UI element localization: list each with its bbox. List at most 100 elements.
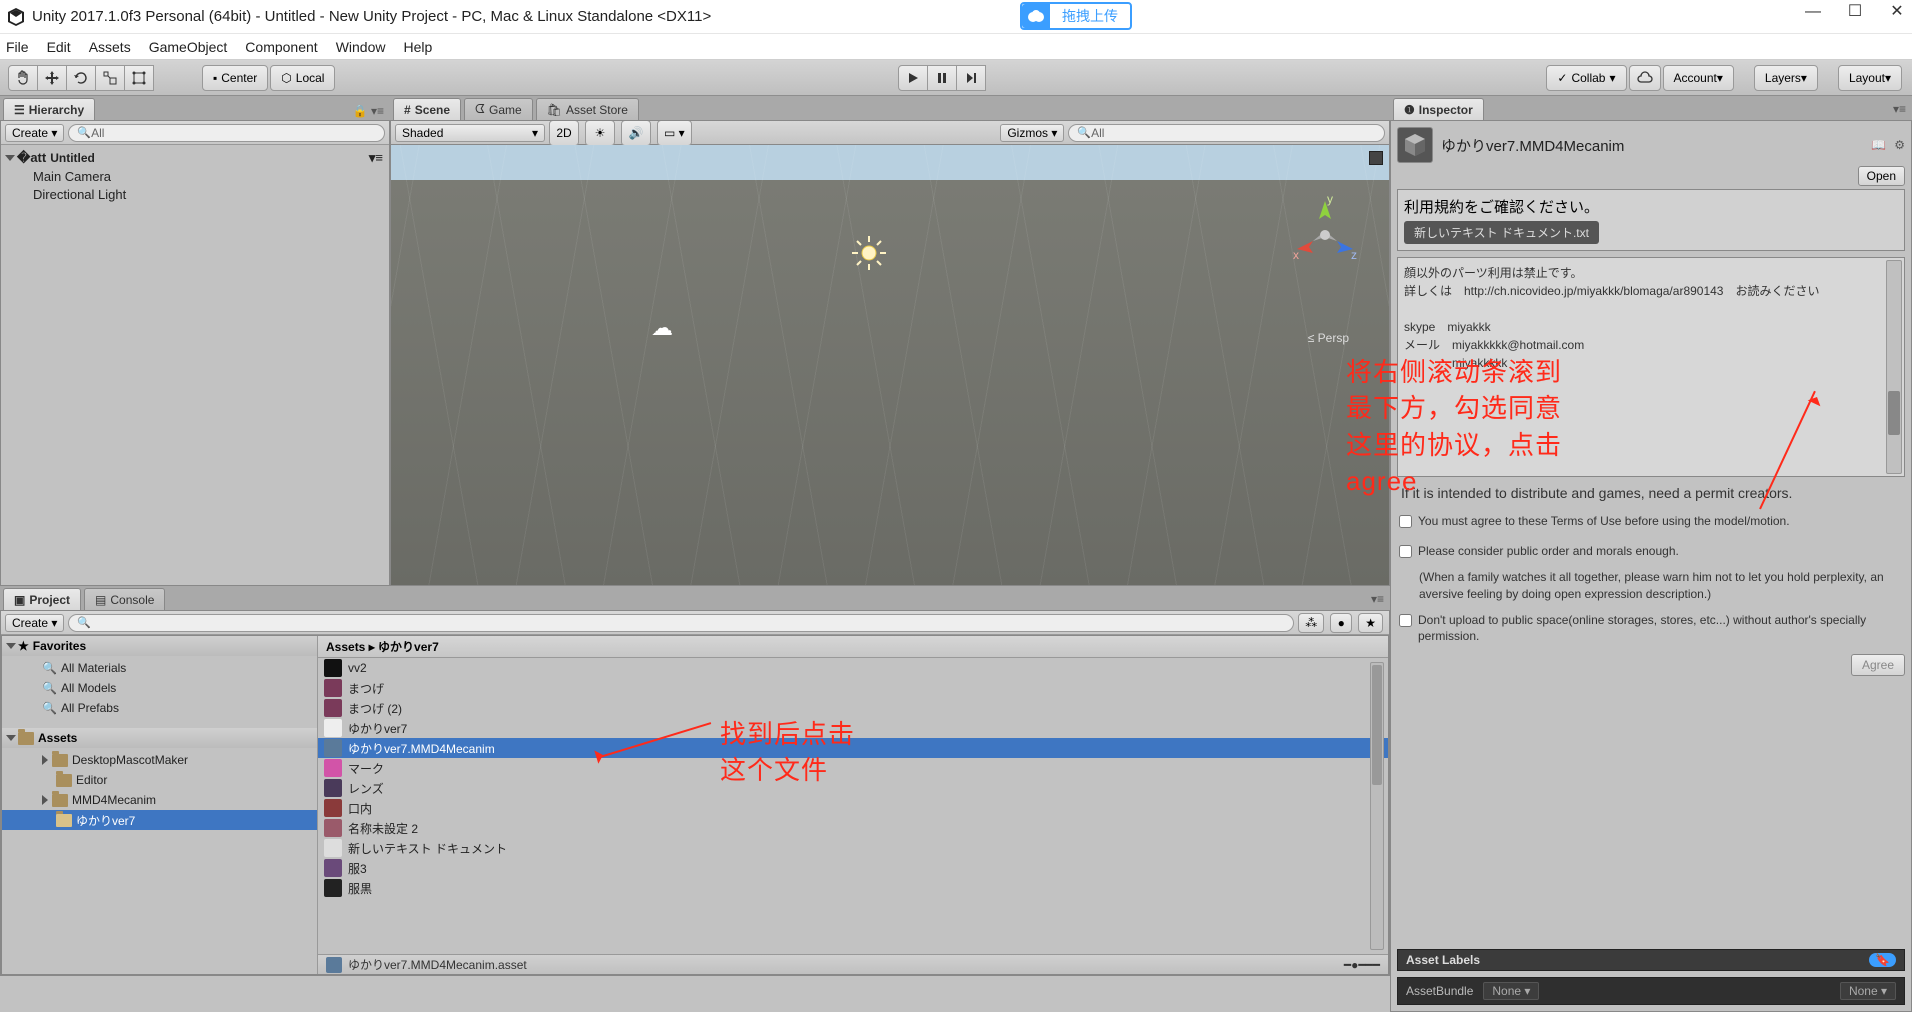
terms-scrollbar[interactable] [1886,260,1902,474]
search-filter-icon[interactable]: ⁂ [1298,613,1324,633]
menu-window[interactable]: Window [336,39,386,55]
search-type-icon[interactable]: ● [1330,613,1352,633]
fav-all-models[interactable]: 🔍All Models [2,678,317,698]
lighting-toggle-button[interactable]: ☀ [585,120,615,146]
upload-widget[interactable]: 拖拽上传 [1020,2,1132,30]
layers-dropdown[interactable]: Layers ▾ [1754,65,1818,91]
scrollbar-thumb[interactable] [1888,391,1900,435]
tab-inspector[interactable]: ❶ Inspector [1393,98,1484,120]
layout-dropdown[interactable]: Layout ▾ [1838,65,1902,91]
scale-tool-button[interactable] [95,65,125,91]
tab-scene[interactable]: # Scene [393,98,461,120]
slider-icon[interactable]: ━●━━━ [1344,958,1380,972]
inspector-menu-icon[interactable]: ▾≡ [1887,98,1912,120]
menu-assets[interactable]: Assets [89,39,131,55]
menu-component[interactable]: Component [245,39,317,55]
2d-toggle-button[interactable]: 2D [549,120,579,146]
assets-header[interactable]: Assets [2,728,317,748]
file-row-selected[interactable]: ゆかりver7.MMD4Mecanim [318,738,1388,758]
favorites-header[interactable]: ★ Favorites [2,636,317,656]
step-button[interactable] [956,65,986,91]
tab-game[interactable]: ᗧ Game [464,98,533,120]
file-row[interactable]: 服黒 [318,878,1388,898]
scrollbar-thumb[interactable] [1372,665,1382,785]
help-icon[interactable]: 📖 [1871,138,1886,152]
panel-menu-icon[interactable]: 🔒 ▾≡ [347,102,390,120]
scene-options-icon[interactable] [1369,151,1383,165]
hand-tool-button[interactable] [8,65,38,91]
gizmos-dropdown[interactable]: Gizmos ▾ [1000,124,1064,142]
scene-row[interactable]: �att Untitled▾≡ [7,149,383,167]
agree-button[interactable]: Agree [1851,654,1905,676]
file-row[interactable]: 新しいテキスト ドキュメント [318,838,1388,858]
file-row[interactable]: 口内 [318,798,1388,818]
menu-edit[interactable]: Edit [47,39,71,55]
label-tag-icon[interactable]: 🔖 [1869,953,1896,967]
project-breadcrumb[interactable]: Assets ▸ ゆかりver7 [318,636,1388,658]
hierarchy-create-button[interactable]: Create ▾ [5,124,64,142]
maximize-button[interactable]: ☐ [1846,4,1864,22]
rect-tool-button[interactable] [124,65,154,91]
terms-textarea[interactable]: 顔以外のパーツ利用は禁止です。 詳しくは http://ch.nicovideo… [1397,257,1905,477]
file-row[interactable]: 名称未設定 2 [318,818,1388,838]
open-button[interactable]: Open [1858,166,1905,186]
agree-checkbox-1[interactable]: You must agree to these Terms of Use bef… [1397,509,1905,533]
scene-search-input[interactable]: 🔍 All [1068,124,1385,142]
file-thumb-icon [324,739,342,757]
file-row[interactable]: 服3 [318,858,1388,878]
scene-viewport[interactable]: ☁ y x z ≤ Persp [391,145,1389,585]
file-row[interactable]: ゆかりver7 [318,718,1388,738]
menu-help[interactable]: Help [403,39,432,55]
audio-toggle-button[interactable]: 🔊 [621,120,651,146]
tab-project[interactable]: ▣ Project [3,588,81,610]
project-search-input[interactable]: 🔍 [68,614,1294,632]
close-button[interactable]: ✕ [1888,4,1906,22]
folder-yukari[interactable]: ゆかりver7 [2,810,317,830]
move-tool-button[interactable] [37,65,67,91]
cloud-button[interactable] [1629,65,1661,91]
tab-hierarchy[interactable]: ☰ Hierarchy [3,98,95,120]
tab-console[interactable]: ▤ Console [84,588,165,610]
minimize-button[interactable]: — [1804,4,1822,22]
tab-assetstore[interactable]: 🛍 Asset Store [536,98,639,120]
filelist-scrollbar[interactable] [1370,662,1384,950]
terms-doc-tab[interactable]: 新しいテキスト ドキュメント.txt [1404,221,1599,244]
file-row[interactable]: vv2 [318,658,1388,678]
asset-labels-header[interactable]: Asset Labels🔖 [1397,949,1905,971]
folder-editor[interactable]: Editor [2,770,317,790]
shading-mode-dropdown[interactable]: Shaded ▾ [395,124,545,142]
file-row[interactable]: マーク [318,758,1388,778]
pivot-center-button[interactable]: ▪ Center [202,65,268,91]
pivot-local-button[interactable]: ⬡ Local [270,65,335,91]
settings-icon[interactable]: ⚙ [1894,138,1905,152]
agree-checkbox-3[interactable]: Don't upload to public space(online stor… [1397,608,1905,648]
file-row[interactable]: まつげ [318,678,1388,698]
terms-intro: If it is intended to distribute and game… [1397,483,1905,503]
pause-button[interactable] [927,65,957,91]
menu-gameobject[interactable]: GameObject [149,39,228,55]
hierarchy-item[interactable]: Directional Light [7,185,383,203]
project-menu-icon[interactable]: ▾≡ [1365,588,1390,610]
menu-file[interactable]: File [6,39,29,55]
fav-all-materials[interactable]: 🔍All Materials [2,658,317,678]
folder-desktopmascotmaker[interactable]: DesktopMascotMaker [2,750,317,770]
rotate-tool-button[interactable] [66,65,96,91]
search-star-icon[interactable]: ★ [1358,613,1383,633]
project-create-button[interactable]: Create ▾ [5,614,64,632]
bundle-variant-dropdown[interactable]: None ▾ [1840,982,1896,1000]
fav-all-prefabs[interactable]: 🔍All Prefabs [2,698,317,718]
hierarchy-search-input[interactable]: 🔍 All [68,124,385,142]
bundle-name-dropdown[interactable]: None ▾ [1483,982,1539,1000]
hierarchy-item[interactable]: Main Camera [7,167,383,185]
collab-dropdown[interactable]: ✓ Collab ▾ [1546,65,1626,91]
play-button[interactable] [898,65,928,91]
persp-label[interactable]: ≤ Persp [1308,331,1349,345]
fx-toggle-button[interactable]: ▭ ▾ [657,120,692,146]
file-thumb-icon [324,659,342,677]
account-dropdown[interactable]: Account ▾ [1663,65,1734,91]
folder-mmd4mecanim[interactable]: MMD4Mecanim [2,790,317,810]
orientation-gizmo[interactable]: y x z [1285,193,1365,273]
file-row[interactable]: レンズ [318,778,1388,798]
file-row[interactable]: まつげ (2) [318,698,1388,718]
agree-checkbox-2[interactable]: Please consider public order and morals … [1397,539,1905,563]
